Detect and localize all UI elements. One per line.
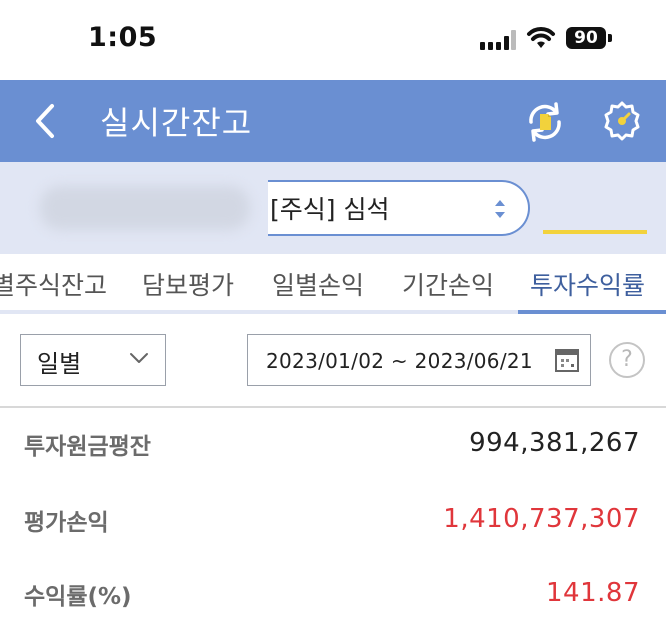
account-select[interactable]: [주식] 심석 (268, 180, 530, 236)
period-select[interactable]: 일별 (20, 334, 166, 386)
tab-bar: 별주식잔고 담보평가 일별손익 기간손익 투자수익률 (0, 254, 666, 314)
tab-daily-pnl[interactable]: 일별손익 (272, 266, 364, 302)
principal-average-value: 994,381,267 (469, 428, 640, 458)
active-tab-indicator (518, 310, 666, 314)
up-down-arrows-icon (495, 200, 505, 218)
help-button[interactable]: ? (609, 342, 645, 378)
app-header: 실시간잔고 (0, 80, 666, 162)
return-rate-value: 141.87 (546, 578, 640, 608)
period-select-value: 일별 (37, 350, 82, 378)
wifi-icon (527, 27, 555, 48)
account-bar: [주식] 심석 (0, 162, 666, 254)
page-title: 실시간잔고 (100, 104, 253, 142)
tab-stock-balance[interactable]: 별주식잔고 (0, 266, 107, 302)
status-time: 1:05 (88, 22, 158, 53)
chevron-left-icon[interactable] (24, 98, 68, 144)
tab-investment-return[interactable]: 투자수익률 (530, 266, 645, 302)
accent-underline (543, 230, 647, 234)
status-bar: 1:05 90 (0, 0, 666, 80)
date-range-value: 2023/01/02 ~ 2023/06/21 (266, 349, 533, 373)
calendar-icon[interactable] (554, 347, 580, 373)
battery-indicator: 90 (566, 27, 606, 49)
divider (0, 406, 666, 408)
account-number-masked (40, 186, 250, 230)
valuation-pnl-label: 평가손익 (24, 510, 109, 536)
account-select-label: [주식] 심석 (270, 195, 390, 224)
tab-collateral-valuation[interactable]: 담보평가 (142, 266, 234, 302)
battery-tip (608, 34, 612, 42)
principal-average-label: 투자원금평잔 (24, 434, 151, 460)
gear-icon[interactable] (600, 99, 644, 143)
valuation-pnl-value: 1,410,737,307 (443, 504, 640, 534)
date-range-field[interactable]: 2023/01/02 ~ 2023/06/21 (247, 334, 591, 386)
return-rate-label: 수익률(%) (24, 584, 132, 610)
chevron-down-icon (130, 353, 148, 363)
tab-period-pnl[interactable]: 기간손익 (402, 266, 494, 302)
cellular-signal-icon (480, 30, 516, 50)
refresh-icon[interactable] (522, 100, 568, 144)
